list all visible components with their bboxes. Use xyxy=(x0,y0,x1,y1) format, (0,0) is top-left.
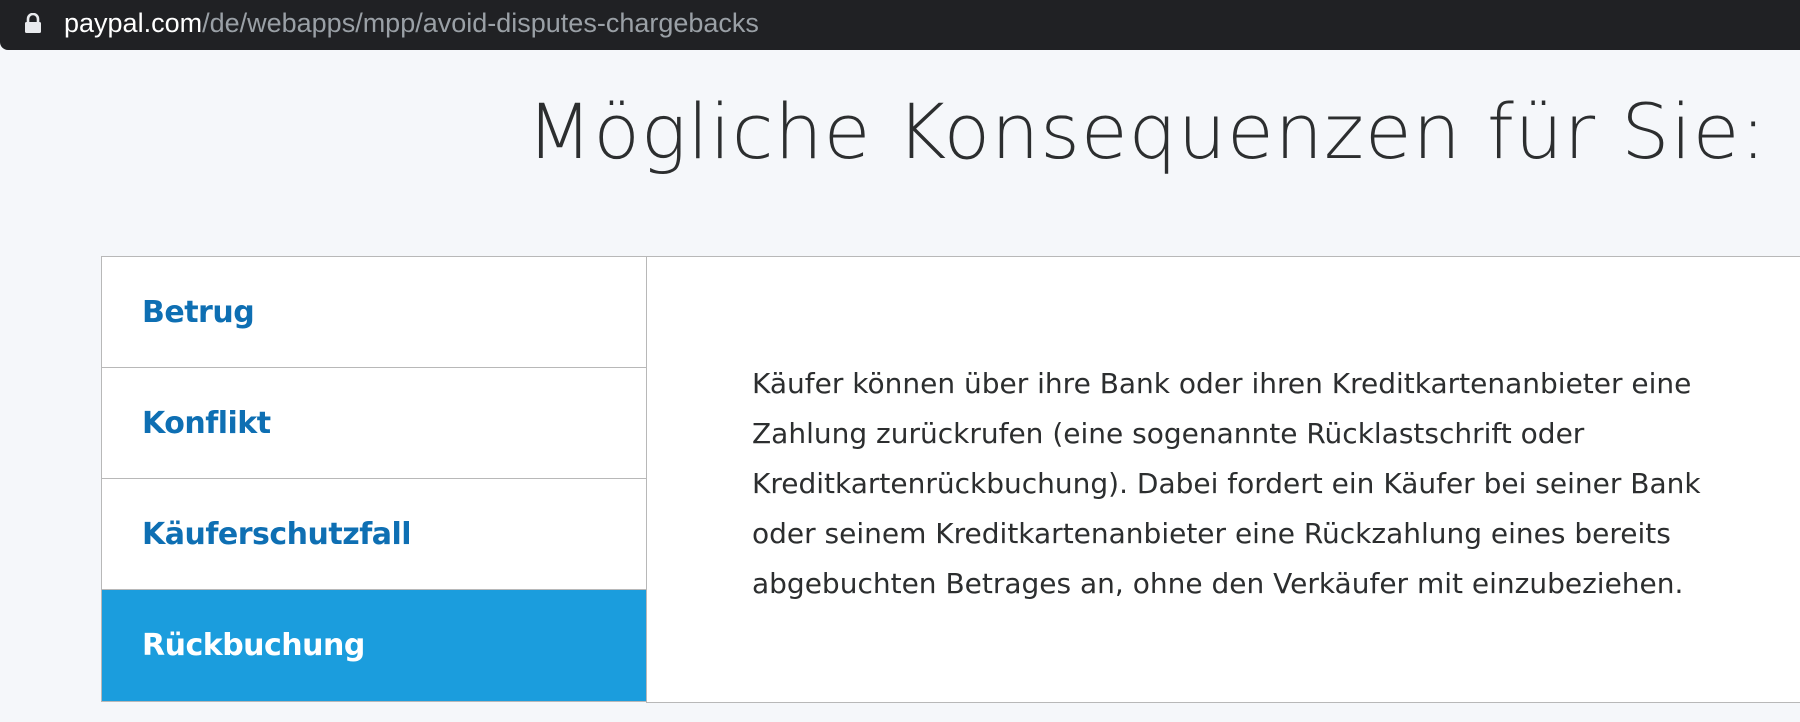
tab-list: Betrug Konflikt Käuferschutzfall Rückbuc… xyxy=(101,256,676,702)
panel-description: Käufer können über ihre Bank oder ihren … xyxy=(752,367,1701,600)
tab-content-panel: Käufer können über ihre Bank oder ihren … xyxy=(646,256,1800,703)
tab-betrug[interactable]: Betrug xyxy=(102,257,647,368)
address-bar[interactable]: paypal.com/de/webapps/mpp/avoid-disputes… xyxy=(0,0,1800,50)
page-title: Mögliche Konsequenzen für Sie: xyxy=(526,87,1767,176)
tab-label: Rückbuchung xyxy=(142,628,365,663)
tab-label: Betrug xyxy=(142,294,255,330)
url-text[interactable]: paypal.com/de/webapps/mpp/avoid-disputes… xyxy=(64,8,759,38)
url-domain: paypal.com xyxy=(64,8,203,38)
tab-rueckbuchung[interactable]: Rückbuchung xyxy=(102,590,676,701)
tab-label: Konflikt xyxy=(142,405,271,441)
lock-icon[interactable] xyxy=(24,12,42,33)
tab-konflikt[interactable]: Konflikt xyxy=(102,368,647,479)
url-path: /de/webapps/mpp/avoid-disputes-chargebac… xyxy=(202,8,759,38)
tab-kaeuferschutzfall[interactable]: Käuferschutzfall xyxy=(102,479,647,590)
tab-label: Käuferschutzfall xyxy=(142,516,412,552)
